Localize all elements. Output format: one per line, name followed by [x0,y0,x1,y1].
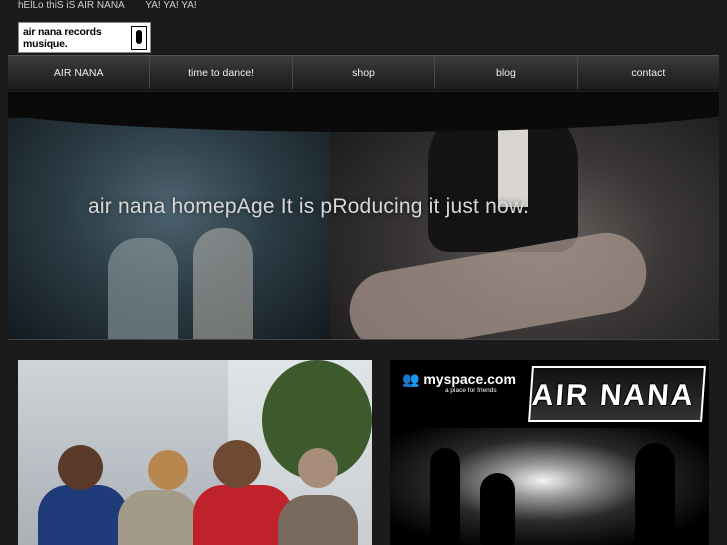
street-crowd-photo[interactable] [18,360,372,545]
hero-photo-left [8,118,330,339]
hero-shirt [498,117,528,207]
nav-item-air-nana[interactable]: AIR NANA [8,56,151,89]
hero-figure [108,238,178,339]
nav-item-blog[interactable]: blog [435,56,578,89]
crowd-person [38,485,128,545]
hero-title: air nana homepAge It is pRoducing it jus… [88,195,530,218]
tagline-hello: hElLo thiS iS AIR NANA [18,0,125,11]
performer-silhouette [430,448,460,545]
myspace-logo-text: myspace.com [423,371,516,387]
photo-crowd [18,440,372,545]
band-name-logo: AIR NANA [528,366,706,422]
myspace-people-icon: 👥 [402,371,424,387]
myspace-logo: 👥 myspace.com [402,371,516,388]
logo-text: air nana records musique. [23,26,102,50]
logo-figure-icon [131,26,147,50]
nav-item-contact[interactable]: contact [578,56,719,89]
tagline: hElLo thiS iS AIR NANA YA! YA! YA! [18,0,215,12]
nav-item-time-to-dance[interactable]: time to dance! [150,56,293,89]
crowd-head [148,450,188,490]
crowd-person [278,495,358,545]
performer-silhouette [480,473,515,545]
performer-silhouette [635,443,675,545]
crowd-head [298,448,338,488]
main-nav: AIR NANA time to dance! shop blog contac… [8,55,719,90]
myspace-subtitle: a place for friends [445,387,497,394]
concert-photo [390,428,709,545]
air-nana-records-logo[interactable]: air nana records musique. [18,22,151,53]
hero-banner: air nana homepAge It is pRoducing it jus… [8,92,719,340]
crowd-head [213,440,261,488]
tagline-yaya: YA! YA! YA! [145,0,197,11]
crowd-person [118,490,198,545]
nav-item-shop[interactable]: shop [293,56,436,89]
hero-figure [193,228,253,339]
myspace-banner[interactable]: 👥 myspace.com a place for friends AIR NA… [390,360,709,545]
crowd-head [58,445,103,490]
